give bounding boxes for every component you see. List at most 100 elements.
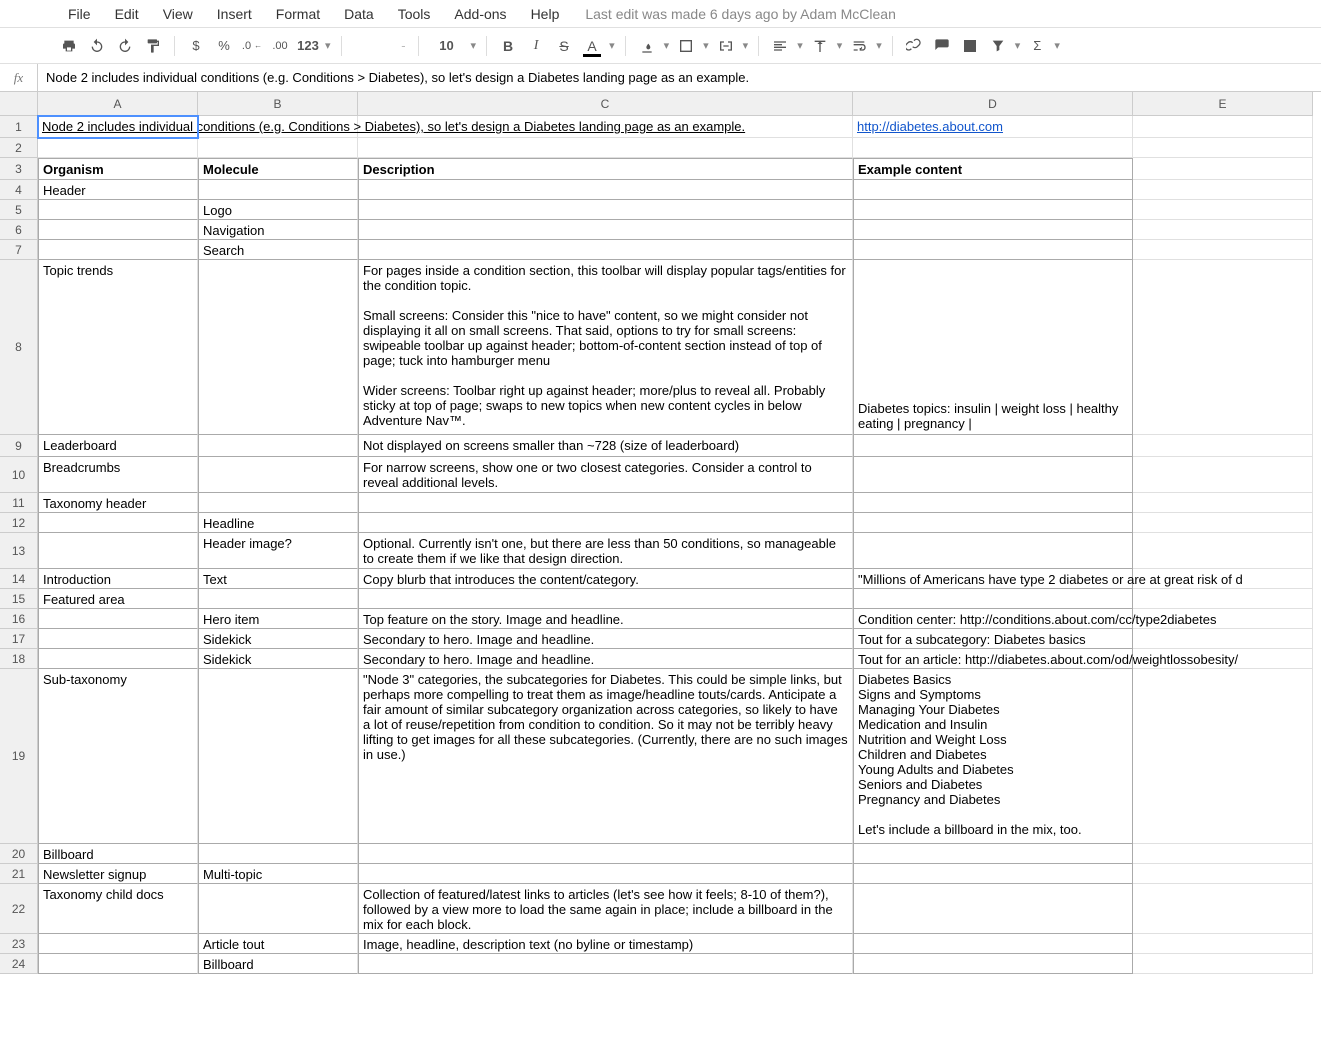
cell-B9[interactable] — [198, 435, 358, 457]
text-wrap-icon[interactable] — [846, 33, 872, 59]
row-header-16[interactable]: 16 — [0, 609, 38, 629]
row-header-15[interactable]: 15 — [0, 589, 38, 609]
cell-E13[interactable] — [1133, 533, 1313, 569]
cell-C4[interactable] — [358, 180, 853, 200]
cell-C23[interactable]: Image, headline, description text (no by… — [358, 934, 853, 954]
menu-view[interactable]: View — [153, 2, 203, 26]
cell-A6[interactable] — [38, 220, 198, 240]
cell-D7[interactable] — [853, 240, 1133, 260]
cell-D4[interactable] — [853, 180, 1133, 200]
merge-cells-icon[interactable] — [713, 33, 739, 59]
row-header-8[interactable]: 8 — [0, 260, 38, 435]
cell-D15[interactable] — [853, 589, 1133, 609]
cell-A16[interactable] — [38, 609, 198, 629]
cell-A19[interactable]: Sub-taxonomy — [38, 669, 198, 844]
cell-C2[interactable] — [358, 138, 853, 158]
cell-E8[interactable] — [1133, 260, 1313, 435]
row-header-10[interactable]: 10 — [0, 457, 38, 493]
percent-button[interactable]: % — [211, 33, 237, 59]
row-header-19[interactable]: 19 — [0, 669, 38, 844]
cell-E17[interactable] — [1133, 629, 1313, 649]
cell-D24[interactable] — [853, 954, 1133, 974]
cell-A12[interactable] — [38, 513, 198, 533]
row-header-9[interactable]: 9 — [0, 435, 38, 457]
vertical-align-icon[interactable] — [807, 33, 833, 59]
cell-B11[interactable] — [198, 493, 358, 513]
cell-C24[interactable] — [358, 954, 853, 974]
cell-C18[interactable]: Secondary to hero. Image and headline. — [358, 649, 853, 669]
cell-D14[interactable]: "Millions of Americans have type 2 diabe… — [853, 569, 1133, 589]
cell-E15[interactable] — [1133, 589, 1313, 609]
cell-A24[interactable] — [38, 954, 198, 974]
cell-D12[interactable] — [853, 513, 1133, 533]
cell-A3[interactable]: Organism — [38, 158, 198, 180]
cell-B8[interactable] — [198, 260, 358, 435]
cell-A5[interactable] — [38, 200, 198, 220]
cell-E3[interactable] — [1133, 158, 1313, 180]
cell-A18[interactable] — [38, 649, 198, 669]
cell-A2[interactable] — [38, 138, 198, 158]
cell-B15[interactable] — [198, 589, 358, 609]
undo-icon[interactable] — [84, 33, 110, 59]
row-header-7[interactable]: 7 — [0, 240, 38, 260]
cell-C21[interactable] — [358, 864, 853, 884]
cell-D10[interactable] — [853, 457, 1133, 493]
cell-B4[interactable] — [198, 180, 358, 200]
cell-D9[interactable] — [853, 435, 1133, 457]
cell-D23[interactable] — [853, 934, 1133, 954]
cell-B18[interactable]: Sidekick — [198, 649, 358, 669]
cell-B19[interactable] — [198, 669, 358, 844]
menu-data[interactable]: Data — [334, 2, 384, 26]
cell-C20[interactable] — [358, 844, 853, 864]
cell-D16[interactable]: Condition center: http://conditions.abou… — [853, 609, 1133, 629]
cell-E2[interactable] — [1133, 138, 1313, 158]
currency-button[interactable]: $ — [183, 33, 209, 59]
row-header-14[interactable]: 14 — [0, 569, 38, 589]
cell-A23[interactable] — [38, 934, 198, 954]
cell-D1[interactable]: http://diabetes.about.com — [853, 116, 1133, 138]
row-header-3[interactable]: 3 — [0, 158, 38, 180]
cell-B24[interactable]: Billboard — [198, 954, 358, 974]
cell-B2[interactable] — [198, 138, 358, 158]
format-more-button[interactable]: 123 — [295, 33, 321, 59]
select-all-corner[interactable] — [0, 92, 38, 116]
cell-E5[interactable] — [1133, 200, 1313, 220]
cell-B5[interactable]: Logo — [198, 200, 358, 220]
cell-E9[interactable] — [1133, 435, 1313, 457]
cell-B20[interactable] — [198, 844, 358, 864]
row-header-4[interactable]: 4 — [0, 180, 38, 200]
cell-D20[interactable] — [853, 844, 1133, 864]
decrease-decimal-button[interactable]: .0 ← — [239, 33, 265, 59]
row-header-5[interactable]: 5 — [0, 200, 38, 220]
cell-D8[interactable]: Diabetes topics: insulin | weight loss |… — [853, 260, 1133, 435]
menu-format[interactable]: Format — [266, 2, 330, 26]
cell-E12[interactable] — [1133, 513, 1313, 533]
menu-insert[interactable]: Insert — [207, 2, 262, 26]
cell-C11[interactable] — [358, 493, 853, 513]
cell-D6[interactable] — [853, 220, 1133, 240]
menu-tools[interactable]: Tools — [388, 2, 441, 26]
formula-input[interactable] — [38, 70, 1321, 85]
cell-A17[interactable] — [38, 629, 198, 649]
cell-B23[interactable]: Article tout — [198, 934, 358, 954]
col-header-C[interactable]: C — [358, 92, 853, 116]
spreadsheet-grid[interactable]: ABCDE 1234567891011121314151617181920212… — [0, 92, 1321, 1051]
cell-D17[interactable]: Tout for a subcategory: Diabetes basics — [853, 629, 1133, 649]
cell-C17[interactable]: Secondary to hero. Image and headline. — [358, 629, 853, 649]
row-header-6[interactable]: 6 — [0, 220, 38, 240]
menu-edit[interactable]: Edit — [105, 2, 149, 26]
cell-A8[interactable]: Topic trends — [38, 260, 198, 435]
cell-C3[interactable]: Description — [358, 158, 853, 180]
cell-E22[interactable] — [1133, 884, 1313, 934]
font-size-input[interactable]: 10 — [427, 38, 467, 53]
cell-E20[interactable] — [1133, 844, 1313, 864]
col-header-A[interactable]: A — [38, 92, 198, 116]
cell-D13[interactable] — [853, 533, 1133, 569]
cell-D18[interactable]: Tout for an article: http://diabetes.abo… — [853, 649, 1133, 669]
cell-B21[interactable]: Multi-topic — [198, 864, 358, 884]
row-header-24[interactable]: 24 — [0, 954, 38, 974]
menu-help[interactable]: Help — [521, 2, 570, 26]
row-header-12[interactable]: 12 — [0, 513, 38, 533]
cell-A9[interactable]: Leaderboard — [38, 435, 198, 457]
cell-C16[interactable]: Top feature on the story. Image and head… — [358, 609, 853, 629]
